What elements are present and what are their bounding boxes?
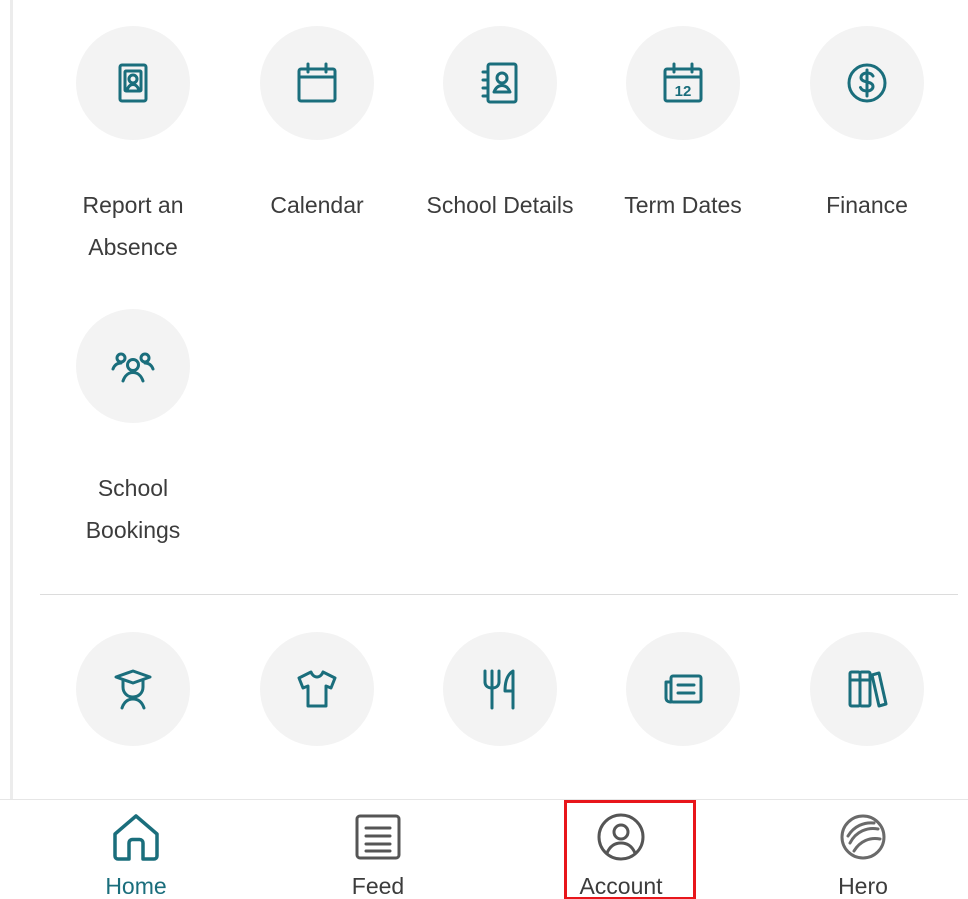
report-absence-icon — [118, 63, 148, 103]
group-icon — [111, 352, 155, 383]
calendar-day-number: 12 — [675, 83, 692, 100]
tile-label: Finance — [826, 192, 908, 218]
newspaper-icon — [664, 674, 703, 704]
graduate-icon — [114, 669, 152, 710]
tile-label: School Details — [426, 192, 574, 218]
tile-label: Term Dates — [624, 192, 742, 218]
nav-hero[interactable]: Hero — [793, 810, 933, 899]
tile-label: Report an Absence — [82, 192, 184, 260]
tile-finance[interactable]: Finance — [775, 26, 959, 226]
home-icon — [113, 814, 159, 861]
calendar-icon — [297, 62, 337, 103]
tile-calendar[interactable]: Calendar — [225, 26, 409, 226]
bottom-navigation: Home Feed Account Hero — [0, 799, 968, 899]
tile-circle — [76, 632, 190, 746]
nav-feed[interactable]: Feed — [308, 810, 448, 899]
tshirt-icon — [297, 670, 337, 708]
hero-logo-icon — [840, 814, 886, 860]
tile-circle — [626, 632, 740, 746]
tile-school-details[interactable]: School Details — [408, 26, 592, 226]
calendar-date-icon: 12 — [663, 62, 703, 103]
tile-circle — [810, 26, 924, 140]
fork-knife-icon — [483, 669, 515, 710]
tile-circle — [260, 26, 374, 140]
tile-report-absence[interactable]: Report an Absence — [41, 26, 225, 268]
tile-term-dates[interactable]: 12 Term Dates — [591, 26, 775, 226]
tile-circle — [810, 632, 924, 746]
nav-label: Feed — [351, 873, 405, 899]
books-icon — [848, 670, 888, 708]
tile-circle — [76, 26, 190, 140]
app-screen: Report an Absence Calendar School Detail… — [0, 0, 968, 899]
dollar-icon — [847, 63, 887, 103]
tile-circle — [443, 632, 557, 746]
tile-circle — [260, 632, 374, 746]
tile-circle — [443, 26, 557, 140]
section-divider — [40, 594, 958, 595]
tile-circle: 12 — [626, 26, 740, 140]
tile-label: Calendar — [270, 192, 364, 218]
tile-school-bookings[interactable]: School Bookings — [41, 309, 225, 551]
contacts-book-icon — [481, 62, 518, 104]
nav-label: Account — [579, 873, 663, 899]
nav-label: Hero — [838, 873, 888, 899]
nav-home[interactable]: Home — [66, 810, 206, 899]
nav-account[interactable]: Account — [551, 810, 691, 899]
tile-circle — [76, 309, 190, 423]
account-icon — [597, 813, 645, 861]
tile-label: School Bookings — [85, 475, 181, 543]
left-edge-rule — [10, 0, 13, 800]
nav-label: Home — [105, 873, 167, 899]
feed-icon — [355, 814, 401, 860]
